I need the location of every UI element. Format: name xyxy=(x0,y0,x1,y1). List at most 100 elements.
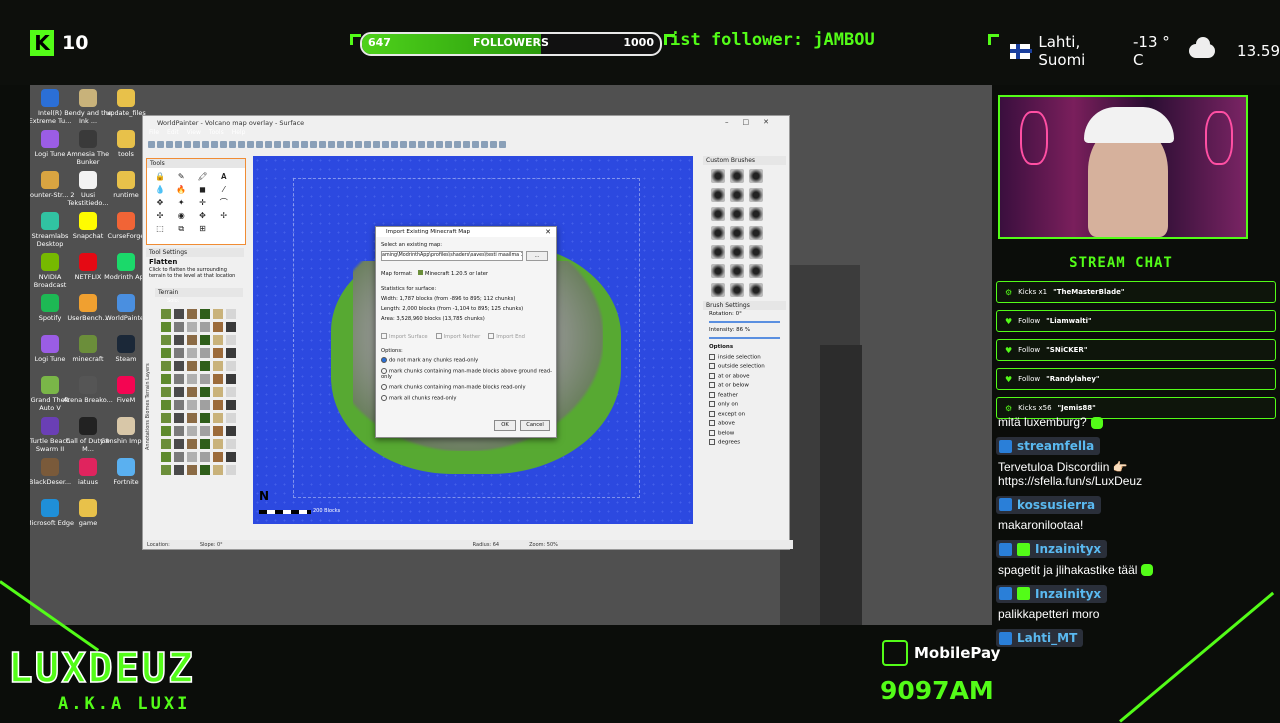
brush-option[interactable]: below xyxy=(703,428,786,438)
terrain-swatch[interactable] xyxy=(161,426,171,436)
radio-icon[interactable] xyxy=(381,367,387,374)
checkbox-icon[interactable] xyxy=(709,439,715,445)
brush-option[interactable]: except on xyxy=(703,409,786,419)
menu-item-view[interactable]: View xyxy=(187,129,201,138)
worldpainter-window[interactable]: WorldPainter - Volcano map overlay - Sur… xyxy=(142,115,793,550)
terrain-swatch[interactable] xyxy=(174,452,184,462)
terrain-swatch[interactable] xyxy=(161,400,171,410)
tool-icon[interactable]: ✦ xyxy=(176,198,186,208)
terrain-swatch[interactable] xyxy=(226,348,236,358)
terrain-swatch[interactable] xyxy=(174,322,184,332)
brush-icon[interactable] xyxy=(730,264,744,278)
checkbox-icon[interactable] xyxy=(709,420,715,426)
brush-icon[interactable] xyxy=(730,169,744,183)
terrain-swatch[interactable] xyxy=(200,426,210,436)
import-checkbox[interactable]: Import Surface xyxy=(381,333,428,340)
toolbar-button-icon[interactable] xyxy=(427,140,434,148)
ok-button[interactable]: OK xyxy=(494,420,516,431)
window-titlebar[interactable]: WorldPainter - Volcano map overlay - Sur… xyxy=(143,116,789,129)
brush-option[interactable]: degrees xyxy=(703,438,786,448)
terrain-swatch[interactable] xyxy=(200,413,210,423)
window-controls[interactable]: –□✕ xyxy=(725,118,783,126)
toolbar-button-icon[interactable] xyxy=(319,140,326,148)
brush-option[interactable]: only on xyxy=(703,400,786,410)
checkbox-icon[interactable] xyxy=(709,363,715,369)
toolbar-button-icon[interactable] xyxy=(328,140,335,148)
terrain-swatch[interactable] xyxy=(187,374,197,384)
terrain-swatch[interactable] xyxy=(174,413,184,423)
readonly-radio-option[interactable]: mark chunks containing man-made blocks r… xyxy=(381,384,556,391)
terrain-swatch[interactable] xyxy=(200,374,210,384)
terrain-swatch[interactable] xyxy=(161,361,171,371)
tool-icon[interactable]: 🔥 xyxy=(176,185,186,195)
toolbar-button-icon[interactable] xyxy=(175,140,182,148)
tool-icon[interactable]: ⌒ xyxy=(219,198,229,208)
toolbar-button-icon[interactable] xyxy=(247,140,254,148)
tool-icon[interactable]: ✥ xyxy=(155,198,165,208)
brush-icon[interactable] xyxy=(749,264,763,278)
brush-icon[interactable] xyxy=(711,226,725,240)
tool-icon[interactable] xyxy=(219,224,229,234)
terrain-swatch[interactable] xyxy=(161,452,171,462)
toolbar-button-icon[interactable] xyxy=(283,140,290,148)
toolbar-button-icon[interactable] xyxy=(499,140,506,148)
brush-icon[interactable] xyxy=(749,245,763,259)
tool-icon[interactable]: 🖍 xyxy=(198,172,208,182)
checkbox-icon[interactable] xyxy=(709,372,715,379)
tool-icon[interactable]: ⁄ xyxy=(219,185,229,195)
tool-icon[interactable]: ⬚ xyxy=(155,224,165,234)
checkbox-icon[interactable] xyxy=(709,353,715,360)
toolbar-button-icon[interactable] xyxy=(364,140,371,148)
toolbar-button-icon[interactable] xyxy=(382,140,389,148)
toolbar-button-icon[interactable] xyxy=(310,140,317,148)
terrain-swatch[interactable] xyxy=(213,426,223,436)
terrain-swatch[interactable] xyxy=(226,361,236,371)
terrain-swatch[interactable] xyxy=(174,309,184,319)
toolbar-button-icon[interactable] xyxy=(346,140,353,148)
toolbar-button-icon[interactable] xyxy=(400,140,407,148)
brush-icon[interactable] xyxy=(730,226,744,240)
brush-icon[interactable] xyxy=(730,207,744,221)
tool-icon[interactable]: ✛ xyxy=(198,198,208,208)
terrain-swatch[interactable] xyxy=(226,426,236,436)
terrain-swatch[interactable] xyxy=(213,413,223,423)
terrain-swatch[interactable] xyxy=(226,452,236,462)
brush-icon[interactable] xyxy=(749,226,763,240)
terrain-swatch[interactable] xyxy=(200,348,210,358)
toolbar-button-icon[interactable] xyxy=(256,140,263,148)
toolbar-button-icon[interactable] xyxy=(391,140,398,148)
terrain-swatch[interactable] xyxy=(161,309,171,319)
brush-icon[interactable] xyxy=(711,169,725,183)
brush-icon[interactable] xyxy=(711,207,725,221)
terrain-swatch[interactable] xyxy=(200,322,210,332)
terrain-swatch[interactable] xyxy=(174,361,184,371)
chat-username[interactable]: Lahti_MT xyxy=(996,629,1084,647)
toolbar-button-icon[interactable] xyxy=(445,140,452,148)
toolbar-button-icon[interactable] xyxy=(481,140,488,148)
tool-icon[interactable]: ✥ xyxy=(198,211,208,221)
brush-icon[interactable] xyxy=(711,188,725,202)
brush-icon[interactable] xyxy=(749,207,763,221)
terrain-swatch[interactable] xyxy=(200,335,210,345)
terrain-swatch[interactable] xyxy=(213,309,223,319)
cancel-button[interactable]: Cancel xyxy=(520,420,550,431)
toolbar-button-icon[interactable] xyxy=(337,140,344,148)
brush-icon[interactable] xyxy=(749,188,763,202)
terrain-swatch[interactable] xyxy=(213,335,223,345)
brush-icon[interactable] xyxy=(711,283,725,297)
tool-icon[interactable]: ✎ xyxy=(176,172,186,182)
toolbar-button-icon[interactable] xyxy=(229,140,236,148)
toolbar-button-icon[interactable] xyxy=(301,140,308,148)
tool-icon[interactable]: ◼ xyxy=(198,185,208,195)
brush-option[interactable]: at or below xyxy=(703,381,786,391)
readonly-radio-option[interactable]: mark chunks containing man-made blocks a… xyxy=(381,367,556,380)
terrain-swatch[interactable] xyxy=(226,400,236,410)
brush-icon[interactable] xyxy=(730,245,744,259)
terrain-swatch[interactable] xyxy=(213,322,223,332)
terrain-swatch[interactable] xyxy=(200,465,210,475)
toolbar-button-icon[interactable] xyxy=(463,140,470,148)
chat-username[interactable]: streamfella xyxy=(996,437,1101,455)
terrain-swatch[interactable] xyxy=(161,348,171,358)
terrain-swatch[interactable] xyxy=(200,387,210,397)
brush-option[interactable]: inside selection xyxy=(703,352,786,362)
